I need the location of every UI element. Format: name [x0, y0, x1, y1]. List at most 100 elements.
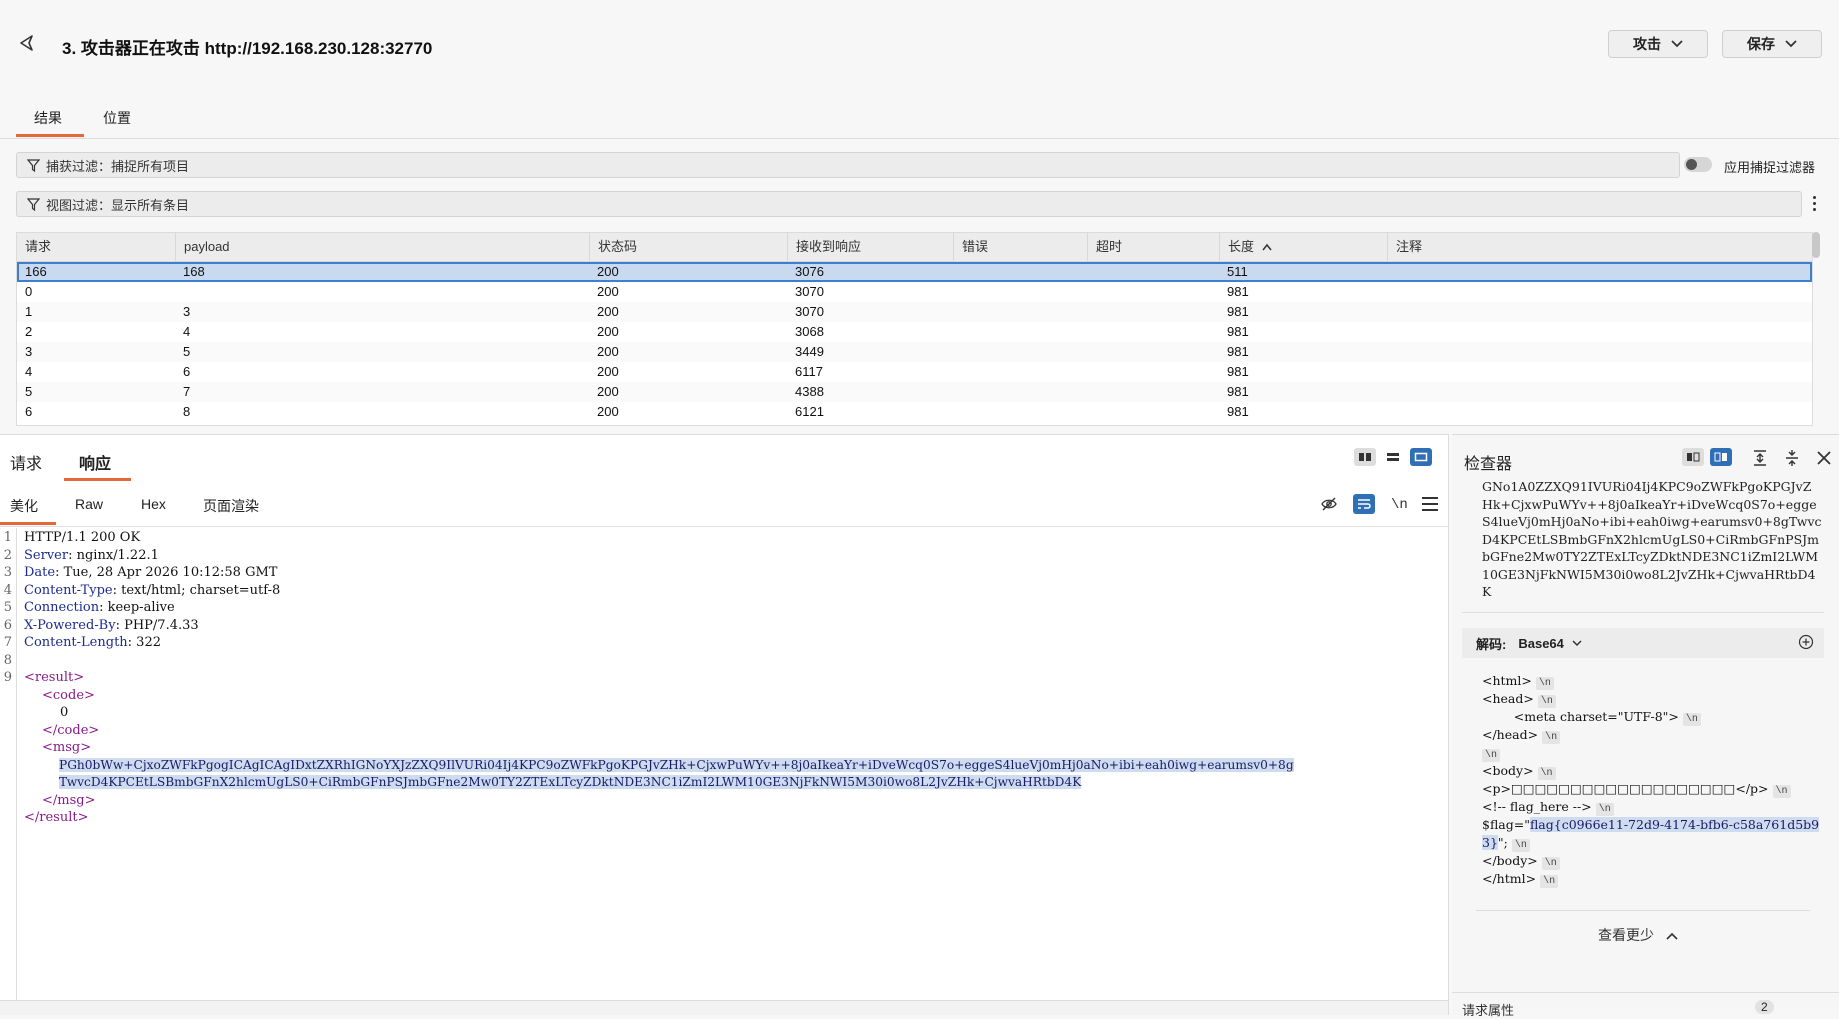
table-cell: 981 [1227, 284, 1249, 299]
table-cell: 200 [597, 264, 619, 279]
table-cell: 168 [183, 264, 205, 279]
tab-response[interactable]: 响应 [79, 450, 111, 474]
column-header[interactable]: 请求 [17, 233, 175, 261]
divider [1452, 992, 1839, 993]
table-row[interactable]: 3 5 200 3449 981 [17, 342, 1812, 362]
tab-positions[interactable]: 位置 [103, 108, 131, 128]
column-header[interactable]: 超时 [1087, 233, 1219, 261]
table-row[interactable]: 4 6 200 6117 981 [17, 362, 1812, 382]
save-label: 保存 [1747, 36, 1775, 52]
more-options-icon[interactable] [1808, 193, 1820, 213]
apply-capture-filter-toggle[interactable] [1684, 157, 1712, 172]
table-row[interactable]: 0 200 3070 981 [17, 282, 1812, 302]
decode-type-select[interactable]: Base64 [1518, 636, 1582, 651]
expand-all-icon[interactable] [1752, 449, 1768, 470]
split-horizontal-icon[interactable] [1382, 448, 1404, 466]
back-icon[interactable] [14, 30, 40, 56]
wrap-lines-icon[interactable] [1353, 494, 1375, 514]
base64-payload-line[interactable]: TwvcD4KPCEtLSBmbGFnX2hlcmUgLS0+CiRmbGFnP… [59, 775, 1082, 789]
table-cell: 3449 [795, 344, 824, 359]
column-header[interactable]: payload [175, 233, 589, 261]
table-scrollbar[interactable] [1812, 232, 1820, 258]
table-cell: 981 [1227, 364, 1249, 379]
table-cell [953, 302, 961, 322]
decoded-line: <!-- flag_here --> \n [1482, 798, 1822, 816]
table-cell: 5 [25, 384, 33, 399]
line-number: 7 [3, 635, 12, 650]
table-row[interactable]: 6 8 200 6121 981 [17, 402, 1812, 422]
table-cell [953, 342, 961, 362]
line-number: 4 [3, 583, 12, 598]
hide-whitespace-icon[interactable] [1320, 495, 1340, 515]
table-cell: 6 [25, 404, 33, 419]
decoded-line: <body> \n [1482, 762, 1822, 780]
table-cell: 981 [1227, 344, 1249, 359]
base64-payload-line[interactable]: PGh0bWw+CjxoZWFkPgogICAgICAgIDxtZXRhIGNo… [59, 758, 1294, 772]
line-number: 5 [3, 600, 12, 615]
request-attributes-section[interactable]: 请求属性 [1462, 1000, 1514, 1019]
table-cell [1087, 382, 1095, 402]
column-header[interactable]: 注释 [1387, 233, 1812, 261]
table-cell: 3076 [795, 264, 824, 279]
xml-tag: <code> [42, 688, 95, 703]
table-cell: 0 [25, 284, 33, 299]
table-cell: 981 [1227, 384, 1249, 399]
tab-request[interactable]: 请求 [10, 450, 42, 474]
header-line: Server: nginx/1.22.1 [24, 548, 159, 563]
subtab-raw[interactable]: Raw [75, 496, 103, 512]
decoded-line: \n [1482, 744, 1822, 762]
decode-type-value: Base64 [1518, 635, 1564, 651]
column-header-length[interactable]: 长度 [1219, 233, 1387, 261]
chevron-up-icon [1666, 932, 1678, 940]
table-cell: 200 [597, 404, 619, 419]
table-cell [1087, 262, 1095, 282]
table-cell [953, 322, 961, 342]
subtab-render[interactable]: 页面渲染 [203, 496, 259, 516]
inspector-layout-right-icon[interactable] [1710, 448, 1732, 466]
table-header: 请求 payload 状态码 接收到响应 错误 超时 长度 注释 [17, 233, 1812, 262]
decoded-line: <html> \n [1482, 672, 1822, 690]
table-cell: 200 [597, 284, 619, 299]
subtab-hex[interactable]: Hex [141, 496, 166, 512]
attack-button[interactable]: 攻击 [1608, 30, 1708, 58]
table-row[interactable]: 166 168 200 3076 511 [17, 262, 1812, 282]
table-cell: 6117 [795, 364, 823, 379]
menu-icon[interactable] [1422, 497, 1438, 511]
column-header[interactable]: 状态码 [589, 233, 787, 261]
divider [1476, 910, 1810, 911]
column-header[interactable]: 接收到响应 [787, 233, 953, 261]
split-vertical-icon[interactable] [1354, 448, 1376, 466]
close-icon[interactable] [1816, 450, 1832, 469]
line-number: 6 [3, 618, 12, 633]
column-header[interactable]: 错误 [953, 233, 1087, 261]
decoded-output[interactable]: <html> \n <head> \n <meta charset="UTF-8">… [1482, 672, 1822, 888]
show-newlines-toggle[interactable]: \n [1391, 497, 1408, 513]
table-row[interactable]: 2 4 200 3068 981 [17, 322, 1812, 342]
view-filter-bar[interactable]: 视图过滤：显示所有条目 [16, 191, 1802, 217]
message-pane [0, 434, 1449, 1015]
see-less-button[interactable]: 查看更少 [1598, 925, 1678, 945]
table-cell [175, 282, 183, 302]
active-subtab-indicator [0, 522, 56, 525]
subtab-pretty[interactable]: 美化 [10, 496, 38, 516]
tab-results[interactable]: 结果 [34, 108, 62, 128]
table-cell: 3070 [795, 304, 824, 319]
divider [0, 526, 1448, 527]
save-button[interactable]: 保存 [1722, 30, 1822, 58]
single-view-icon[interactable] [1410, 448, 1432, 466]
flag-value[interactable]: flag{c0966e11-72d9-4174-bfb6-c58a761d5b9… [1482, 817, 1820, 850]
table-cell [1087, 402, 1095, 422]
collapse-all-icon[interactable] [1784, 449, 1800, 470]
capture-filter-bar[interactable]: 捕获过滤：捕捉所有项目 [16, 152, 1680, 178]
table-row[interactable]: 1 3 200 3070 981 [17, 302, 1812, 322]
line-number: 3 [3, 565, 12, 580]
see-less-label: 查看更少 [1598, 927, 1654, 943]
page-title: 3. 攻击器正在攻击 http://192.168.230.128:32770 [62, 39, 433, 58]
table-row[interactable]: 5 7 200 4388 981 [17, 382, 1812, 402]
xml-tag: </code> [42, 723, 100, 738]
inspector-selected-text[interactable]: GNo1A0ZZXQ91IVURi04Ij4KPC9oZWFkPgoKPGJvZ… [1482, 478, 1822, 596]
table-cell [1087, 342, 1095, 362]
add-decode-icon[interactable] [1798, 634, 1814, 653]
xml-tag: </result> [24, 810, 89, 825]
inspector-layout-left-icon[interactable] [1682, 448, 1704, 466]
